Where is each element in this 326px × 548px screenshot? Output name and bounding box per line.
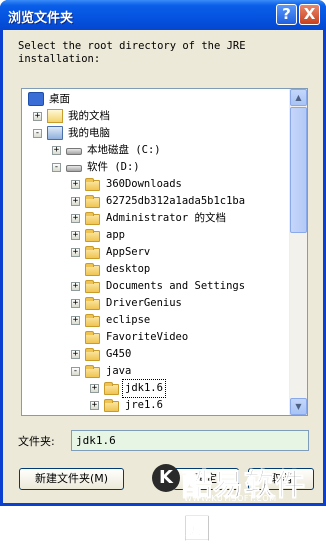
folder-icon bbox=[85, 263, 100, 276]
folder-icon bbox=[104, 382, 119, 395]
folder-icon bbox=[85, 195, 100, 208]
drive-icon bbox=[66, 165, 82, 172]
tree-item-label[interactable]: DriverGenius bbox=[104, 295, 184, 312]
tree-item-label[interactable]: 软件 (D:) bbox=[85, 159, 142, 176]
folder-icon bbox=[85, 229, 100, 242]
folder-label: 文件夹: bbox=[18, 435, 55, 448]
expand-icon[interactable]: + bbox=[71, 316, 80, 325]
dialog-body: Select the root directory of the JRE ins… bbox=[3, 30, 323, 503]
tree-item-label[interactable]: eclipse bbox=[104, 312, 152, 329]
tree-item-label[interactable]: G450 bbox=[104, 346, 133, 363]
tree-item-label[interactable]: 桌面 bbox=[47, 91, 72, 108]
watermark: K 酷易软件园 WWW.KUYISOFT.COM bbox=[148, 456, 326, 548]
tree-item[interactable]: 桌面 bbox=[22, 91, 290, 108]
tree-item[interactable]: + 我的文档 bbox=[22, 108, 290, 125]
expand-icon[interactable]: + bbox=[71, 248, 80, 257]
tree-item[interactable]: +62725db312a1ada5b1c1ba bbox=[22, 193, 290, 210]
drive-icon bbox=[66, 148, 82, 155]
expand-icon[interactable]: + bbox=[90, 401, 99, 410]
expand-icon[interactable]: + bbox=[71, 231, 80, 240]
folder-icon bbox=[85, 212, 100, 225]
tree-item[interactable]: +360Downloads bbox=[22, 176, 290, 193]
tree-item-label[interactable]: Administrator 的文档 bbox=[104, 210, 228, 227]
browse-folder-dialog: 浏览文件夹 ? X Select the root directory of t… bbox=[0, 0, 326, 548]
tree-item[interactable]: + DriverGenius bbox=[22, 295, 290, 312]
collapse-icon[interactable]: - bbox=[71, 367, 80, 376]
new-folder-button[interactable]: 新建文件夹(M) bbox=[19, 468, 124, 490]
tree-item[interactable]: FavoriteVideo bbox=[22, 329, 290, 346]
tree-item-label[interactable]: 我的文档 bbox=[66, 108, 112, 125]
tree-item[interactable]: - 软件 (D:) bbox=[22, 159, 290, 176]
tree-item[interactable]: + jdk1.6 bbox=[22, 379, 290, 398]
instruction-text: Select the root directory of the JRE ins… bbox=[18, 40, 246, 65]
tree-item[interactable]: - java bbox=[22, 363, 290, 380]
dialog-title: 浏览文件夹 bbox=[8, 11, 74, 26]
folder-icon bbox=[85, 348, 100, 361]
expand-icon[interactable]: + bbox=[71, 299, 80, 308]
folder-icon bbox=[85, 331, 100, 344]
expand-icon[interactable]: + bbox=[71, 350, 80, 359]
expand-icon[interactable]: + bbox=[90, 384, 99, 393]
tree-item-label[interactable]: FavoriteVideo bbox=[104, 329, 190, 346]
tree-item[interactable]: desktop bbox=[22, 261, 290, 278]
desktop-icon bbox=[28, 92, 44, 106]
tree-item-label[interactable]: jdk1.6 bbox=[122, 379, 166, 398]
help-button[interactable]: ? bbox=[276, 4, 297, 25]
tree-content: 桌面 + 我的文档 - 我的电脑 + 本地磁盘 (C:) - 软件 (D:) +360Downlo… bbox=[22, 89, 290, 415]
tree-item[interactable]: + Documents and Settings bbox=[22, 278, 290, 295]
tree-item-label[interactable]: java bbox=[104, 363, 133, 380]
folder-icon bbox=[85, 178, 100, 191]
tree-item[interactable]: - 我的电脑 bbox=[22, 125, 290, 142]
tree-item-label[interactable]: jre1.6 bbox=[123, 397, 165, 414]
tree-item-label[interactable]: 360Downloads bbox=[104, 176, 184, 193]
folder-tree[interactable]: 桌面 + 我的文档 - 我的电脑 + 本地磁盘 (C:) - 软件 (D:) +360Downlo… bbox=[21, 88, 308, 416]
title-bar[interactable]: 浏览文件夹 ? X bbox=[0, 0, 326, 30]
tree-item[interactable]: + jre1.6 bbox=[22, 397, 290, 414]
expand-icon[interactable]: + bbox=[71, 197, 80, 206]
tree-item[interactable]: + 本地磁盘 (C:) bbox=[22, 142, 290, 159]
tree-item[interactable]: + AppServ bbox=[22, 244, 290, 261]
tree-item-label[interactable]: desktop bbox=[104, 261, 152, 278]
collapse-icon[interactable]: - bbox=[33, 129, 42, 138]
folder-icon bbox=[104, 399, 119, 412]
tree-item[interactable]: + eclipse bbox=[22, 312, 290, 329]
vertical-scrollbar[interactable]: ▲ ▼ bbox=[289, 89, 307, 415]
tree-item-label[interactable]: app bbox=[104, 227, 127, 244]
folder-icon bbox=[85, 246, 100, 259]
tree-item[interactable]: + Administrator 的文档 bbox=[22, 210, 290, 227]
expand-icon[interactable]: + bbox=[33, 112, 42, 121]
folder-icon bbox=[85, 280, 100, 293]
expand-icon[interactable]: + bbox=[71, 282, 80, 291]
scroll-down-button[interactable]: ▼ bbox=[290, 398, 307, 415]
tree-item-label[interactable]: 62725db312a1ada5b1c1ba bbox=[104, 193, 247, 210]
my-documents-icon bbox=[47, 109, 63, 123]
expand-icon[interactable]: + bbox=[71, 214, 80, 223]
tree-item-label[interactable]: Documents and Settings bbox=[104, 278, 247, 295]
collapse-icon[interactable]: - bbox=[52, 163, 61, 172]
tree-item-label[interactable]: 我的电脑 bbox=[66, 125, 112, 142]
folder-icon bbox=[85, 365, 100, 378]
folder-input[interactable]: jdk1.6 bbox=[71, 430, 309, 451]
close-button[interactable]: X bbox=[299, 4, 320, 25]
scroll-thumb[interactable] bbox=[290, 107, 307, 233]
tree-item-label[interactable]: AppServ bbox=[104, 244, 152, 261]
expand-icon[interactable]: + bbox=[52, 146, 61, 155]
folder-icon bbox=[85, 314, 100, 327]
tree-item-label[interactable]: 本地磁盘 (C:) bbox=[85, 142, 163, 159]
expand-icon[interactable]: + bbox=[71, 180, 80, 189]
watermark-url: WWW.KUYISOFT.COM bbox=[184, 494, 277, 503]
scroll-up-button[interactable]: ▲ bbox=[290, 89, 307, 106]
tree-item[interactable]: + app bbox=[22, 227, 290, 244]
tree-item[interactable]: + G450 bbox=[22, 346, 290, 363]
folder-icon bbox=[85, 297, 100, 310]
watermark-text: 酷易软件园 bbox=[182, 468, 306, 548]
watermark-logo-icon: K bbox=[152, 464, 180, 492]
my-computer-icon bbox=[47, 126, 63, 140]
